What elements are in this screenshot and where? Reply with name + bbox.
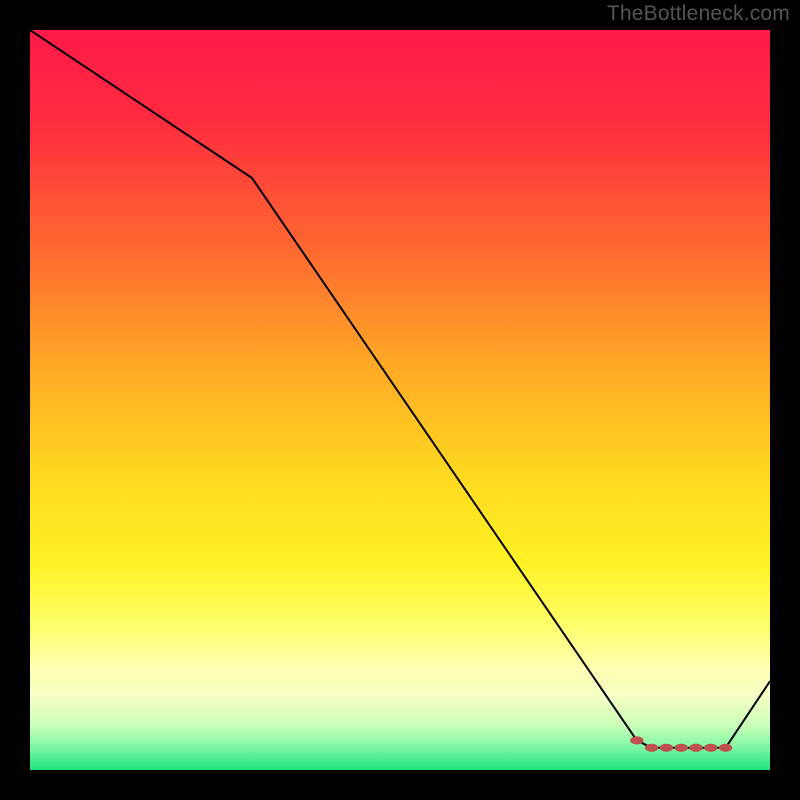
chart-stage: TheBottleneck.com <box>0 0 800 800</box>
data-marker <box>719 744 732 752</box>
data-marker <box>645 744 658 752</box>
data-marker <box>630 736 643 744</box>
plot-area <box>30 30 770 770</box>
data-marker <box>704 744 717 752</box>
watermark-text: TheBottleneck.com <box>607 2 790 26</box>
data-marker <box>660 744 673 752</box>
data-marker <box>689 744 702 752</box>
data-marker <box>675 744 688 752</box>
marker-layer <box>30 30 770 770</box>
